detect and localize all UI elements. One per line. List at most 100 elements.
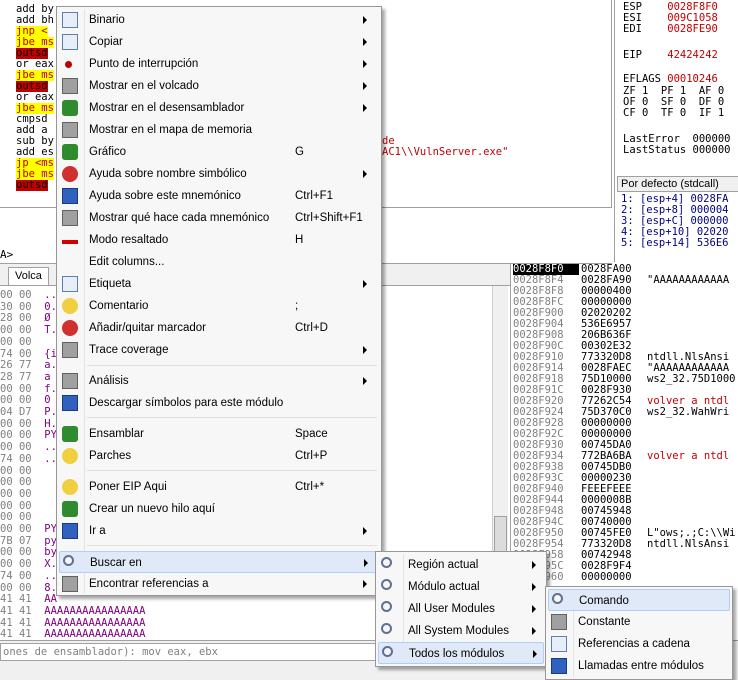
menu-item[interactable]: Etiqueta — [59, 273, 379, 295]
menu-item[interactable]: Llamadas entre módulos — [548, 655, 730, 677]
menu-item[interactable]: Gráfico G — [59, 141, 379, 163]
dump-hex: 04 D7 — [0, 406, 32, 418]
menu-item-label: Etiqueta — [89, 278, 132, 290]
register-value[interactable]: 0028FE90 — [667, 23, 718, 35]
register-row[interactable]: EDI 0028FE90 — [623, 24, 718, 35]
registers-pane[interactable]: ESP 0028F8F0 ESI 009C1058 EDI 0028FE90 EIP … — [614, 0, 738, 172]
dump-row[interactable]: 00 00 — [0, 500, 44, 512]
search-system-modules-icon — [381, 623, 392, 634]
register-value[interactable]: 00010246 — [667, 73, 718, 85]
dump-icon — [62, 78, 78, 94]
label-icon — [62, 276, 78, 292]
menu-item-label: Módulo actual — [408, 581, 480, 593]
menu-item[interactable]: Comentario; — [59, 295, 379, 317]
dump-row[interactable]: 00 00 8. — [0, 581, 57, 594]
menu-item[interactable]: Módulo actual — [378, 576, 544, 598]
menu-item[interactable]: Edit columns... — [59, 251, 379, 273]
disasm-line[interactable]: outsd — [16, 180, 48, 191]
register-row[interactable]: EFLAGS 00010246 — [623, 74, 718, 85]
cpu-icon — [62, 100, 78, 116]
dump-row[interactable]: 00 00 .. — [0, 442, 57, 453]
menu-item[interactable]: Ir a — [59, 520, 379, 542]
submenu-arrow-icon — [363, 170, 367, 178]
register-row[interactable]: EIP 42424242 — [623, 50, 718, 61]
menu-item[interactable]: Trace coverage — [59, 339, 379, 361]
menu-item[interactable]: Copiar — [59, 31, 379, 53]
menu-item[interactable]: Comando — [548, 589, 730, 611]
dump-row[interactable]: 41 41 AAAAAAAAAAAAAAAA — [0, 629, 145, 640]
menu-item[interactable]: Mostrar en el volcado — [59, 75, 379, 97]
dump-row[interactable]: 00 00 H. — [0, 417, 57, 430]
dump-row[interactable]: 00 00 — [0, 465, 44, 477]
dump-row[interactable]: 00 00 — [0, 488, 45, 500]
tab-dump[interactable]: Volca — [8, 267, 49, 285]
menu-item[interactable]: All System Modules — [378, 620, 544, 642]
dump-row[interactable]: 00 00 PY — [0, 524, 57, 535]
dump-ascii: 8. — [31, 581, 57, 594]
menu-item[interactable]: Análisis — [59, 370, 379, 392]
dump-row[interactable]: 00 00 0 — [0, 395, 51, 406]
menu-item[interactable]: Binario — [59, 9, 379, 31]
menu-item[interactable]: Descargar símbolos para este módulo — [59, 392, 379, 414]
menu-item[interactable]: Mostrar en el mapa de memoria — [59, 119, 379, 141]
menu-item[interactable]: Parches Ctrl+P — [59, 445, 379, 467]
dump-row[interactable]: 30 00 0. — [0, 301, 57, 313]
dump-row[interactable]: 41 41 AA — [0, 594, 57, 605]
menu-item[interactable]: Ensamblar Space — [59, 423, 379, 445]
menu-item[interactable]: Crear un nuevo hilo aquí — [59, 498, 379, 520]
dump-row[interactable]: 00 00 T. — [0, 325, 57, 336]
menu-item[interactable]: Añadir/quitar marcador Ctrl+D — [59, 317, 379, 339]
menu-item-label: Añadir/quitar marcador — [89, 322, 206, 334]
menu-item[interactable]: Poner EIP Aqui Ctrl+* — [59, 476, 379, 498]
menu-item[interactable]: Todos los módulos — [378, 642, 544, 664]
dump-row[interactable]: 00 00 X. — [0, 559, 57, 570]
register-value[interactable]: 42424242 — [667, 49, 718, 61]
menu-item[interactable]: All User Modules — [378, 598, 544, 620]
command-input[interactable]: ones de ensamblador): mov eax, ebx — [0, 643, 420, 661]
flags-row[interactable]: CF 0 TF 0 IF 1 — [623, 108, 724, 119]
menu-item-label: Ayuda sobre nombre simbólico — [89, 168, 247, 180]
menu-item-label: Edit columns... — [89, 256, 165, 268]
dump-row[interactable]: 00 00 f. — [0, 383, 57, 395]
submenu-arrow-icon — [363, 104, 367, 112]
menu-item-shortcut: Ctrl+Shift+F1 — [295, 212, 363, 224]
dump-row[interactable]: 7B 07 py — [0, 535, 57, 547]
dump-row[interactable]: 00 00 — [0, 477, 44, 488]
menu-item[interactable]: Modo resaltado H — [59, 229, 379, 251]
call-arg-row[interactable]: 5: [esp+14] 536E6 — [621, 238, 728, 249]
dump-row[interactable]: 28 77 a — [0, 371, 51, 383]
dump-row[interactable]: 00 00 — [0, 336, 44, 348]
dump-row[interactable]: 26 77 a. — [0, 360, 57, 371]
dump-ascii: AAAAAAAAAAAAAAAA — [31, 604, 146, 617]
menu-item[interactable]: Punto de interrupción — [59, 53, 379, 75]
dump-row[interactable]: 00 00 by — [0, 547, 57, 558]
dump-row[interactable]: 74 00 ... — [0, 570, 63, 582]
dump-row[interactable]: 00 00 PY — [0, 430, 57, 441]
dump-row[interactable]: 00 00 .. — [0, 290, 57, 301]
dump-hex: 00 00 — [0, 417, 32, 430]
menu-item[interactable]: Buscar en — [59, 551, 379, 573]
menu-item[interactable]: Referencias a cadena — [548, 633, 730, 655]
dump-ascii — [32, 488, 45, 500]
dump-hex: 41 41 — [0, 593, 32, 606]
submenu-arrow-icon — [363, 60, 367, 68]
menu-item[interactable]: Encontrar referencias a — [59, 573, 379, 595]
dump-row[interactable]: 74 00 .. — [0, 452, 57, 465]
menu-item[interactable]: Constante — [548, 611, 730, 633]
menu-item[interactable]: Ayuda sobre nombre simbólico — [59, 163, 379, 185]
call-convention-select[interactable]: Por defecto (stdcall) — [617, 176, 738, 192]
dump-hex: 74 00 — [0, 452, 32, 465]
stack-value[interactable]: 00000000 — [581, 572, 645, 583]
dump-row[interactable]: 41 41 AAAAAAAAAAAAAAAA — [0, 617, 145, 629]
menu-item[interactable]: Mostrar qué hace cada mnemónico Ctrl+Shif… — [59, 207, 379, 229]
menu-item[interactable]: Mostrar en el desensamblador — [59, 97, 379, 119]
dump-row[interactable]: 28 00 Ø — [0, 313, 51, 324]
dump-row[interactable]: 00 00 — [0, 512, 44, 523]
menu-item-label: Poner EIP Aqui — [89, 481, 167, 493]
dump-row[interactable]: 74 00 {i — [0, 348, 57, 360]
dump-row[interactable]: 04 D7 P. — [0, 407, 57, 418]
menu-item[interactable]: Región actual — [378, 554, 544, 576]
menu-item-shortcut: Ctrl+* — [295, 481, 325, 493]
dump-row[interactable]: 41 41 AAAAAAAAAAAAAAAA — [0, 604, 146, 617]
menu-item[interactable]: Ayuda sobre este mnemónico Ctrl+F1 — [59, 185, 379, 207]
